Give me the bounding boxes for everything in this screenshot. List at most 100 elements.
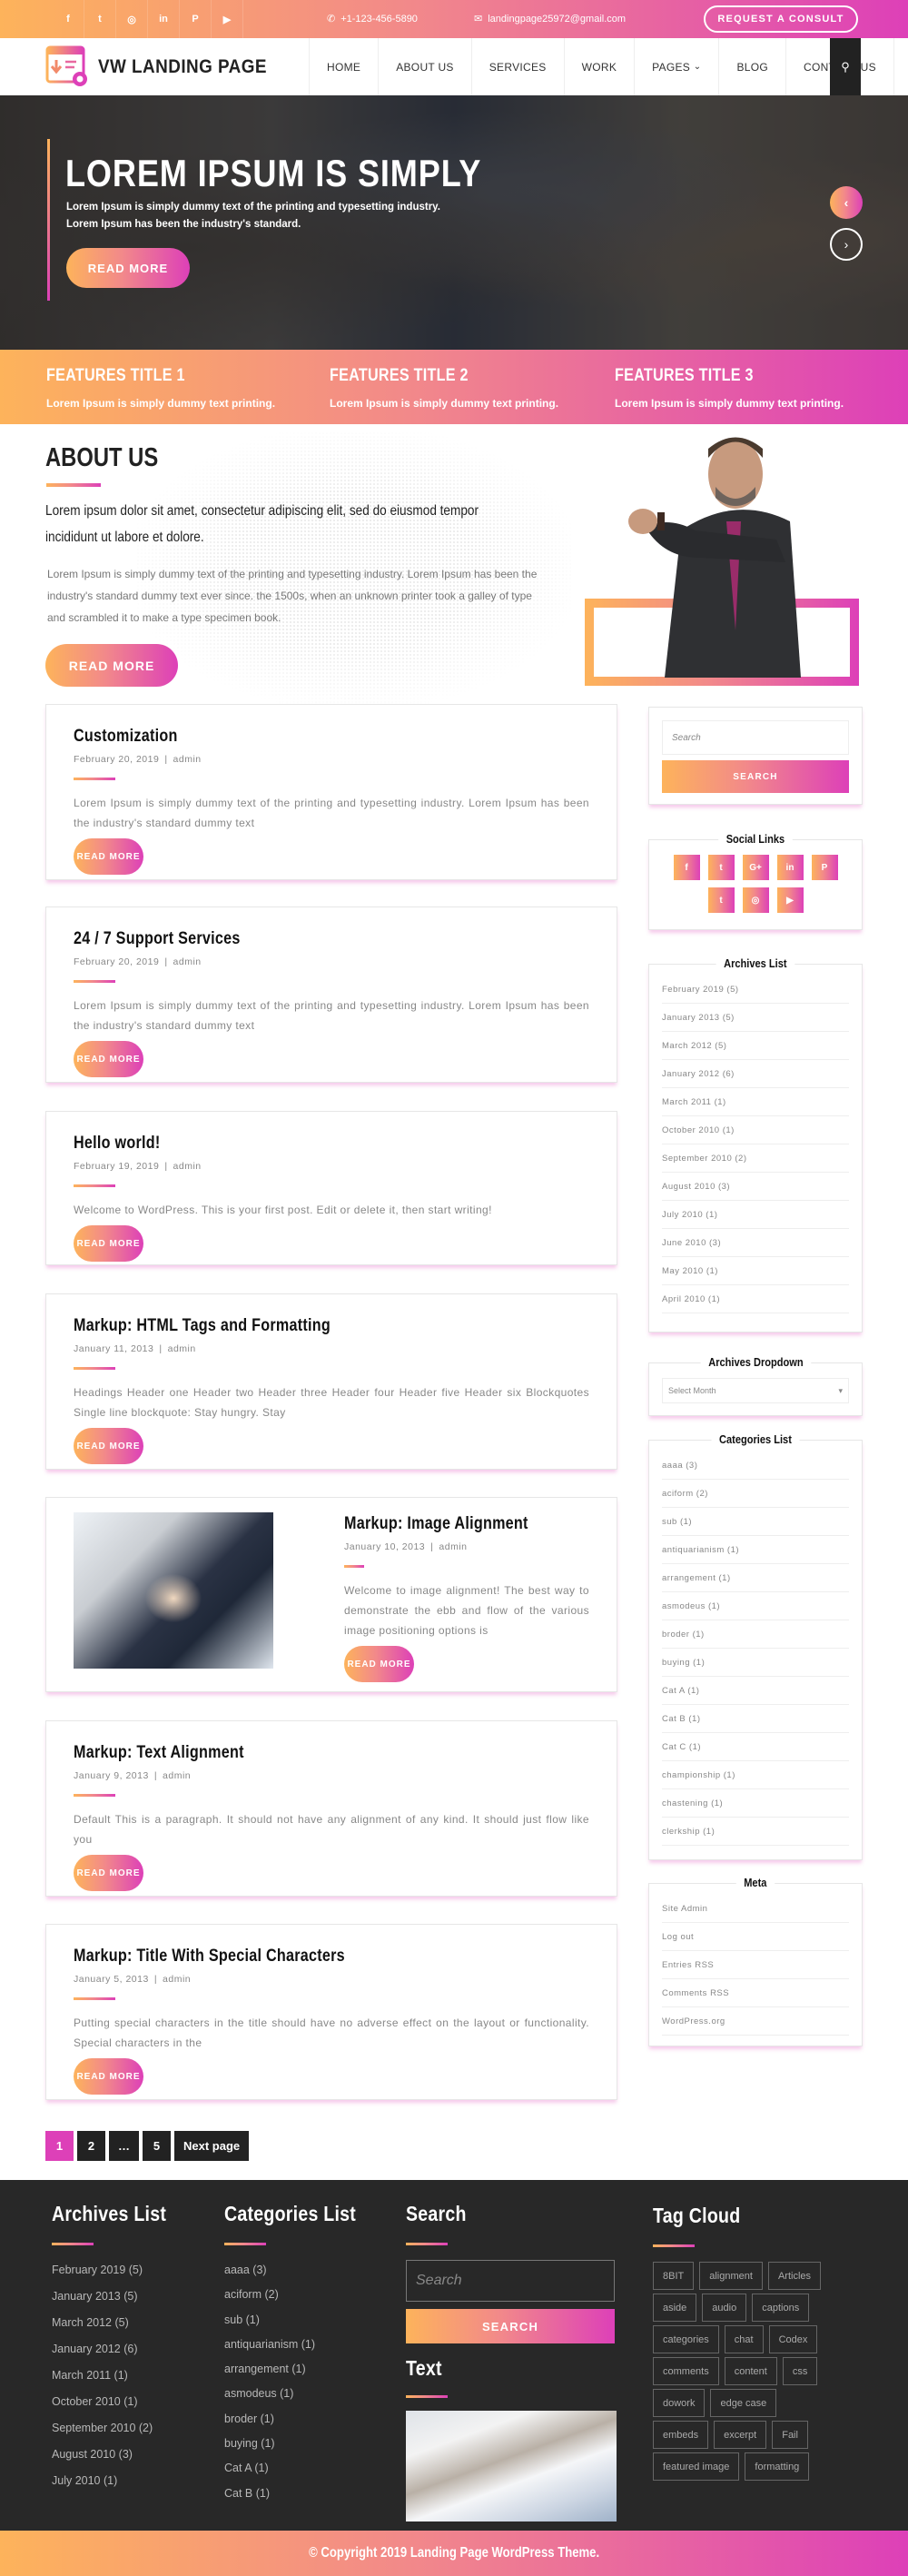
footer-category-link[interactable]: sub (1)	[224, 2313, 380, 2338]
nav-blog[interactable]: BLOG	[718, 38, 785, 95]
tag-link[interactable]: excerpt	[714, 2421, 767, 2449]
post-featured-image[interactable]	[74, 1512, 273, 1669]
post-author[interactable]: admin	[163, 1974, 191, 1985]
tag-link[interactable]: comments	[653, 2357, 719, 2385]
archive-link[interactable]: June 2010 (3)	[662, 1229, 849, 1257]
sidebar-search-input[interactable]: Search	[662, 720, 849, 755]
nav-services[interactable]: SERVICES	[470, 38, 564, 95]
footer-category-link[interactable]: aciform (2)	[224, 2288, 380, 2313]
read-more-button[interactable]: READ MORE	[74, 2058, 143, 2095]
footer-archive-link[interactable]: January 2012 (6)	[52, 2343, 186, 2369]
post-author[interactable]: admin	[173, 754, 202, 765]
category-link[interactable]: Cat C (1)	[662, 1733, 849, 1761]
tag-link[interactable]: Fail	[772, 2421, 808, 2449]
category-link[interactable]: buying (1)	[662, 1649, 849, 1677]
instagram-icon[interactable]: ◎	[742, 887, 769, 913]
post-author[interactable]: admin	[173, 956, 202, 967]
category-link[interactable]: sub (1)	[662, 1508, 849, 1536]
read-more-button[interactable]: READ MORE	[74, 1428, 143, 1464]
site-logo[interactable]: VW LANDING PAGE	[45, 45, 286, 89]
footer-category-link[interactable]: Cat B (1)	[224, 2487, 380, 2512]
post-title[interactable]: Customization	[74, 727, 512, 747]
post-date[interactable]: January 5, 2013	[74, 1974, 149, 1985]
next-page-button[interactable]: Next page	[174, 2131, 250, 2161]
meta-link[interactable]: Log out	[662, 1923, 849, 1951]
facebook-icon[interactable]: f	[53, 0, 84, 38]
tag-link[interactable]: Codex	[768, 2325, 818, 2353]
category-link[interactable]: Cat A (1)	[662, 1677, 849, 1705]
post-author[interactable]: admin	[163, 1770, 191, 1781]
post-title[interactable]: Markup: Text Alignment	[74, 1743, 512, 1763]
page-5[interactable]: 5	[143, 2131, 171, 2161]
category-link[interactable]: aciform (2)	[662, 1480, 849, 1508]
footer-category-link[interactable]: aaaa (3)	[224, 2264, 380, 2288]
youtube-icon[interactable]: ▶	[776, 887, 804, 913]
archive-link[interactable]: May 2010 (1)	[662, 1257, 849, 1285]
sidebar-search-button[interactable]: SEARCH	[662, 760, 849, 793]
tag-link[interactable]: chat	[724, 2325, 764, 2353]
archive-link[interactable]: March 2011 (1)	[662, 1088, 849, 1116]
archive-link[interactable]: August 2010 (3)	[662, 1173, 849, 1201]
footer-category-link[interactable]: buying (1)	[224, 2437, 380, 2462]
twitter-icon[interactable]: t	[84, 0, 116, 38]
post-date[interactable]: January 9, 2013	[74, 1770, 149, 1781]
post-author[interactable]: admin	[168, 1343, 196, 1354]
footer-category-link[interactable]: asmodeus (1)	[224, 2387, 380, 2412]
category-link[interactable]: championship (1)	[662, 1761, 849, 1789]
post-date[interactable]: January 10, 2013	[344, 1541, 425, 1552]
category-link[interactable]: arrangement (1)	[662, 1564, 849, 1592]
footer-archive-link[interactable]: July 2010 (1)	[52, 2474, 186, 2501]
footer-search-button[interactable]: SEARCH	[406, 2309, 615, 2343]
post-date[interactable]: February 19, 2019	[74, 1161, 159, 1172]
tag-link[interactable]: aside	[653, 2294, 697, 2322]
slider-prev-button[interactable]: ‹	[830, 186, 863, 219]
archive-link[interactable]: July 2010 (1)	[662, 1201, 849, 1229]
category-link[interactable]: broder (1)	[662, 1620, 849, 1649]
footer-archive-link[interactable]: October 2010 (1)	[52, 2395, 186, 2422]
tag-link[interactable]: formatting	[745, 2452, 810, 2481]
archive-link[interactable]: March 2012 (5)	[662, 1032, 849, 1060]
archive-link[interactable]: January 2012 (6)	[662, 1060, 849, 1088]
category-link[interactable]: clerkship (1)	[662, 1818, 849, 1846]
meta-link[interactable]: Site Admin	[662, 1895, 849, 1923]
footer-archive-link[interactable]: March 2011 (1)	[52, 2369, 186, 2395]
post-date[interactable]: January 11, 2013	[74, 1343, 153, 1354]
tag-link[interactable]: embeds	[653, 2421, 709, 2449]
nav-home[interactable]: HOME	[309, 38, 378, 95]
about-read-more-button[interactable]: READ MORE	[45, 644, 178, 687]
meta-link[interactable]: Comments RSS	[662, 1979, 849, 2007]
nav-pages[interactable]: PAGES ⌄	[634, 38, 718, 95]
category-link[interactable]: aaaa (3)	[662, 1451, 849, 1480]
category-link[interactable]: chastening (1)	[662, 1789, 849, 1818]
archive-link[interactable]: January 2013 (5)	[662, 1004, 849, 1032]
post-title[interactable]: Hello world!	[74, 1134, 512, 1154]
email-address[interactable]: landingpage25972@gmail.com	[488, 14, 626, 25]
tag-link[interactable]: 8BIT	[653, 2262, 695, 2290]
read-more-button[interactable]: READ MORE	[74, 838, 143, 875]
tag-link[interactable]: Articles	[767, 2262, 821, 2290]
read-more-button[interactable]: READ MORE	[74, 1225, 143, 1262]
page-2[interactable]: 2	[77, 2131, 105, 2161]
post-date[interactable]: February 20, 2019	[74, 754, 159, 765]
post-title[interactable]: 24 / 7 Support Services	[74, 929, 512, 949]
meta-link[interactable]: WordPress.org	[662, 2007, 849, 2036]
category-link[interactable]: Cat B (1)	[662, 1705, 849, 1733]
archive-link[interactable]: October 2010 (1)	[662, 1116, 849, 1144]
post-title[interactable]: Markup: Image Alignment	[344, 1514, 553, 1534]
archives-month-select[interactable]: Select Month ▾	[662, 1378, 849, 1403]
post-author[interactable]: admin	[439, 1541, 467, 1552]
header-search-button[interactable]: ⚲	[830, 38, 861, 95]
phone-number[interactable]: +1-123-456-5890	[340, 14, 418, 25]
footer-archive-link[interactable]: March 2012 (5)	[52, 2316, 186, 2343]
nav-work[interactable]: WORK	[563, 38, 635, 95]
read-more-button[interactable]: READ MORE	[344, 1646, 414, 1682]
footer-search-input[interactable]: Search	[406, 2260, 615, 2302]
tag-link[interactable]: audio	[702, 2294, 747, 2322]
tag-link[interactable]: content	[724, 2357, 777, 2385]
footer-category-link[interactable]: arrangement (1)	[224, 2363, 380, 2387]
linkedin-icon[interactable]: in	[776, 855, 804, 880]
read-more-button[interactable]: READ MORE	[74, 1855, 143, 1891]
meta-link[interactable]: Entries RSS	[662, 1951, 849, 1979]
nav-about-us[interactable]: ABOUT US	[378, 38, 471, 95]
linkedin-icon[interactable]: in	[148, 0, 180, 38]
